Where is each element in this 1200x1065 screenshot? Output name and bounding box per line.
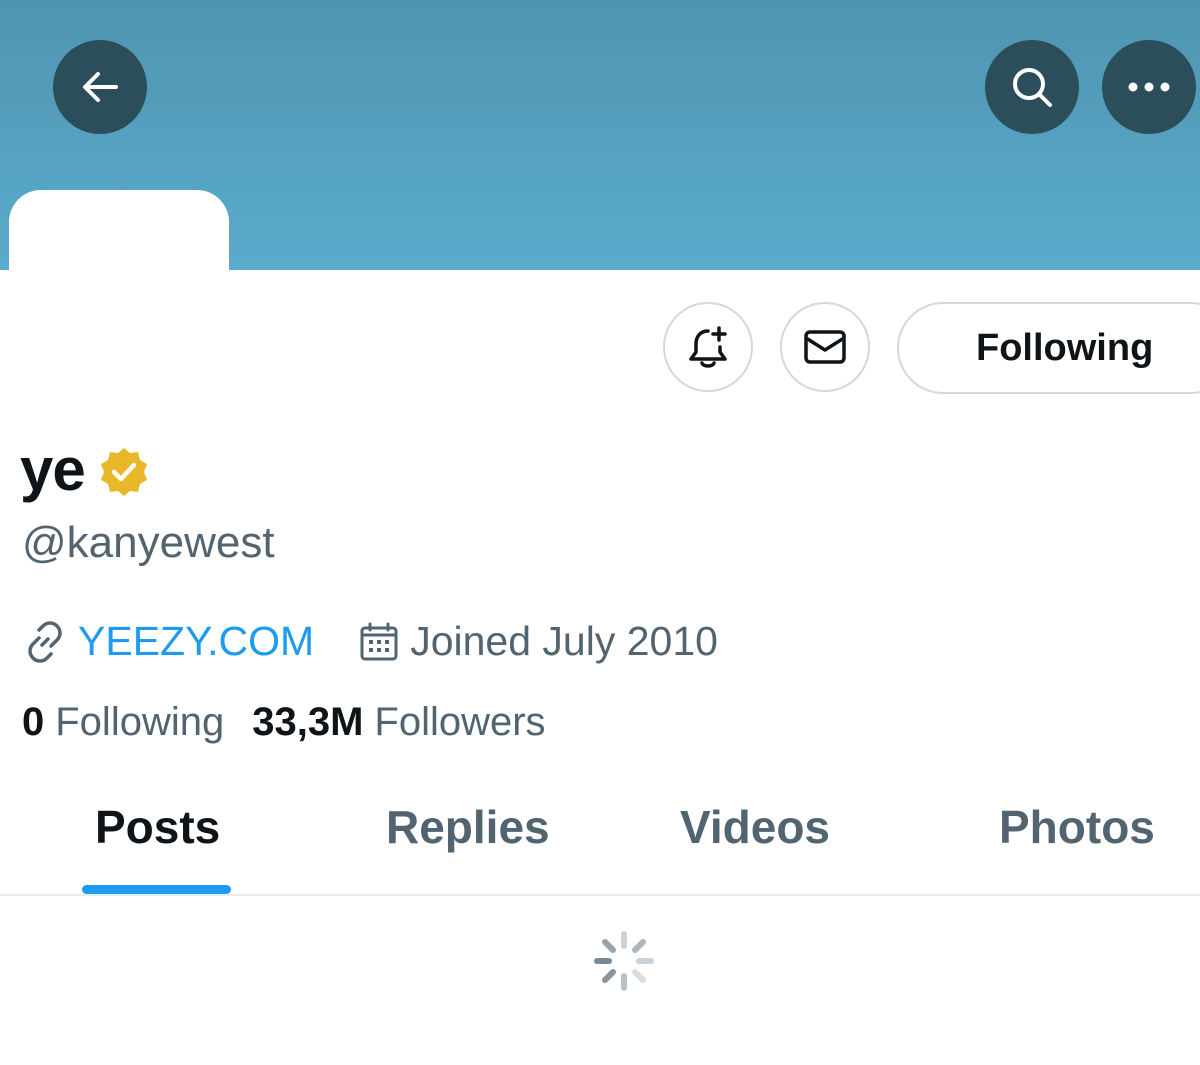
bell-plus-icon (689, 326, 727, 368)
notify-button[interactable] (663, 302, 753, 392)
back-button[interactable] (53, 40, 147, 134)
joined-date: Joined July 2010 (410, 618, 718, 664)
more-options-button[interactable] (1102, 40, 1196, 134)
tab-photos[interactable]: Photos (999, 800, 1155, 854)
tab-replies[interactable]: Replies (386, 800, 550, 854)
search-icon (1013, 68, 1052, 107)
followers-stat[interactable]: 33,3M Followers (252, 700, 545, 745)
following-count: 0 (22, 700, 45, 744)
display-name: ye (20, 436, 86, 503)
mail-icon (804, 330, 846, 364)
active-tab-indicator (82, 885, 231, 894)
link-icon (28, 620, 62, 663)
verified-badge-icon[interactable] (97, 445, 151, 499)
message-button[interactable] (780, 302, 870, 392)
search-button[interactable] (985, 40, 1079, 134)
tab-divider (0, 894, 1200, 896)
profile-page: Following ye @kanyewest YEEZY.COM Joined… (0, 0, 1200, 1065)
followers-stat-label: Followers (374, 700, 546, 744)
loading-spinner-icon (594, 931, 654, 991)
profile-name-row: ye (20, 435, 151, 504)
profile-meta: YEEZY.COM Joined July 2010 (22, 618, 718, 665)
calendar-icon (360, 622, 398, 660)
follow-stats: 0 Following 33,3M Followers (22, 700, 546, 745)
followers-count: 33,3M (252, 700, 364, 744)
more-horizontal-icon (1128, 82, 1170, 92)
following-button[interactable]: Following (897, 302, 1200, 394)
following-button-label: Following (976, 326, 1154, 369)
user-handle: @kanyewest (22, 518, 275, 567)
tab-posts[interactable]: Posts (95, 800, 220, 854)
following-stat[interactable]: 0 Following (22, 700, 224, 745)
avatar[interactable] (9, 190, 229, 390)
arrow-left-icon (83, 72, 118, 102)
website-link[interactable]: YEEZY.COM (78, 618, 314, 665)
tab-videos[interactable]: Videos (680, 800, 830, 854)
following-stat-label: Following (55, 700, 225, 744)
